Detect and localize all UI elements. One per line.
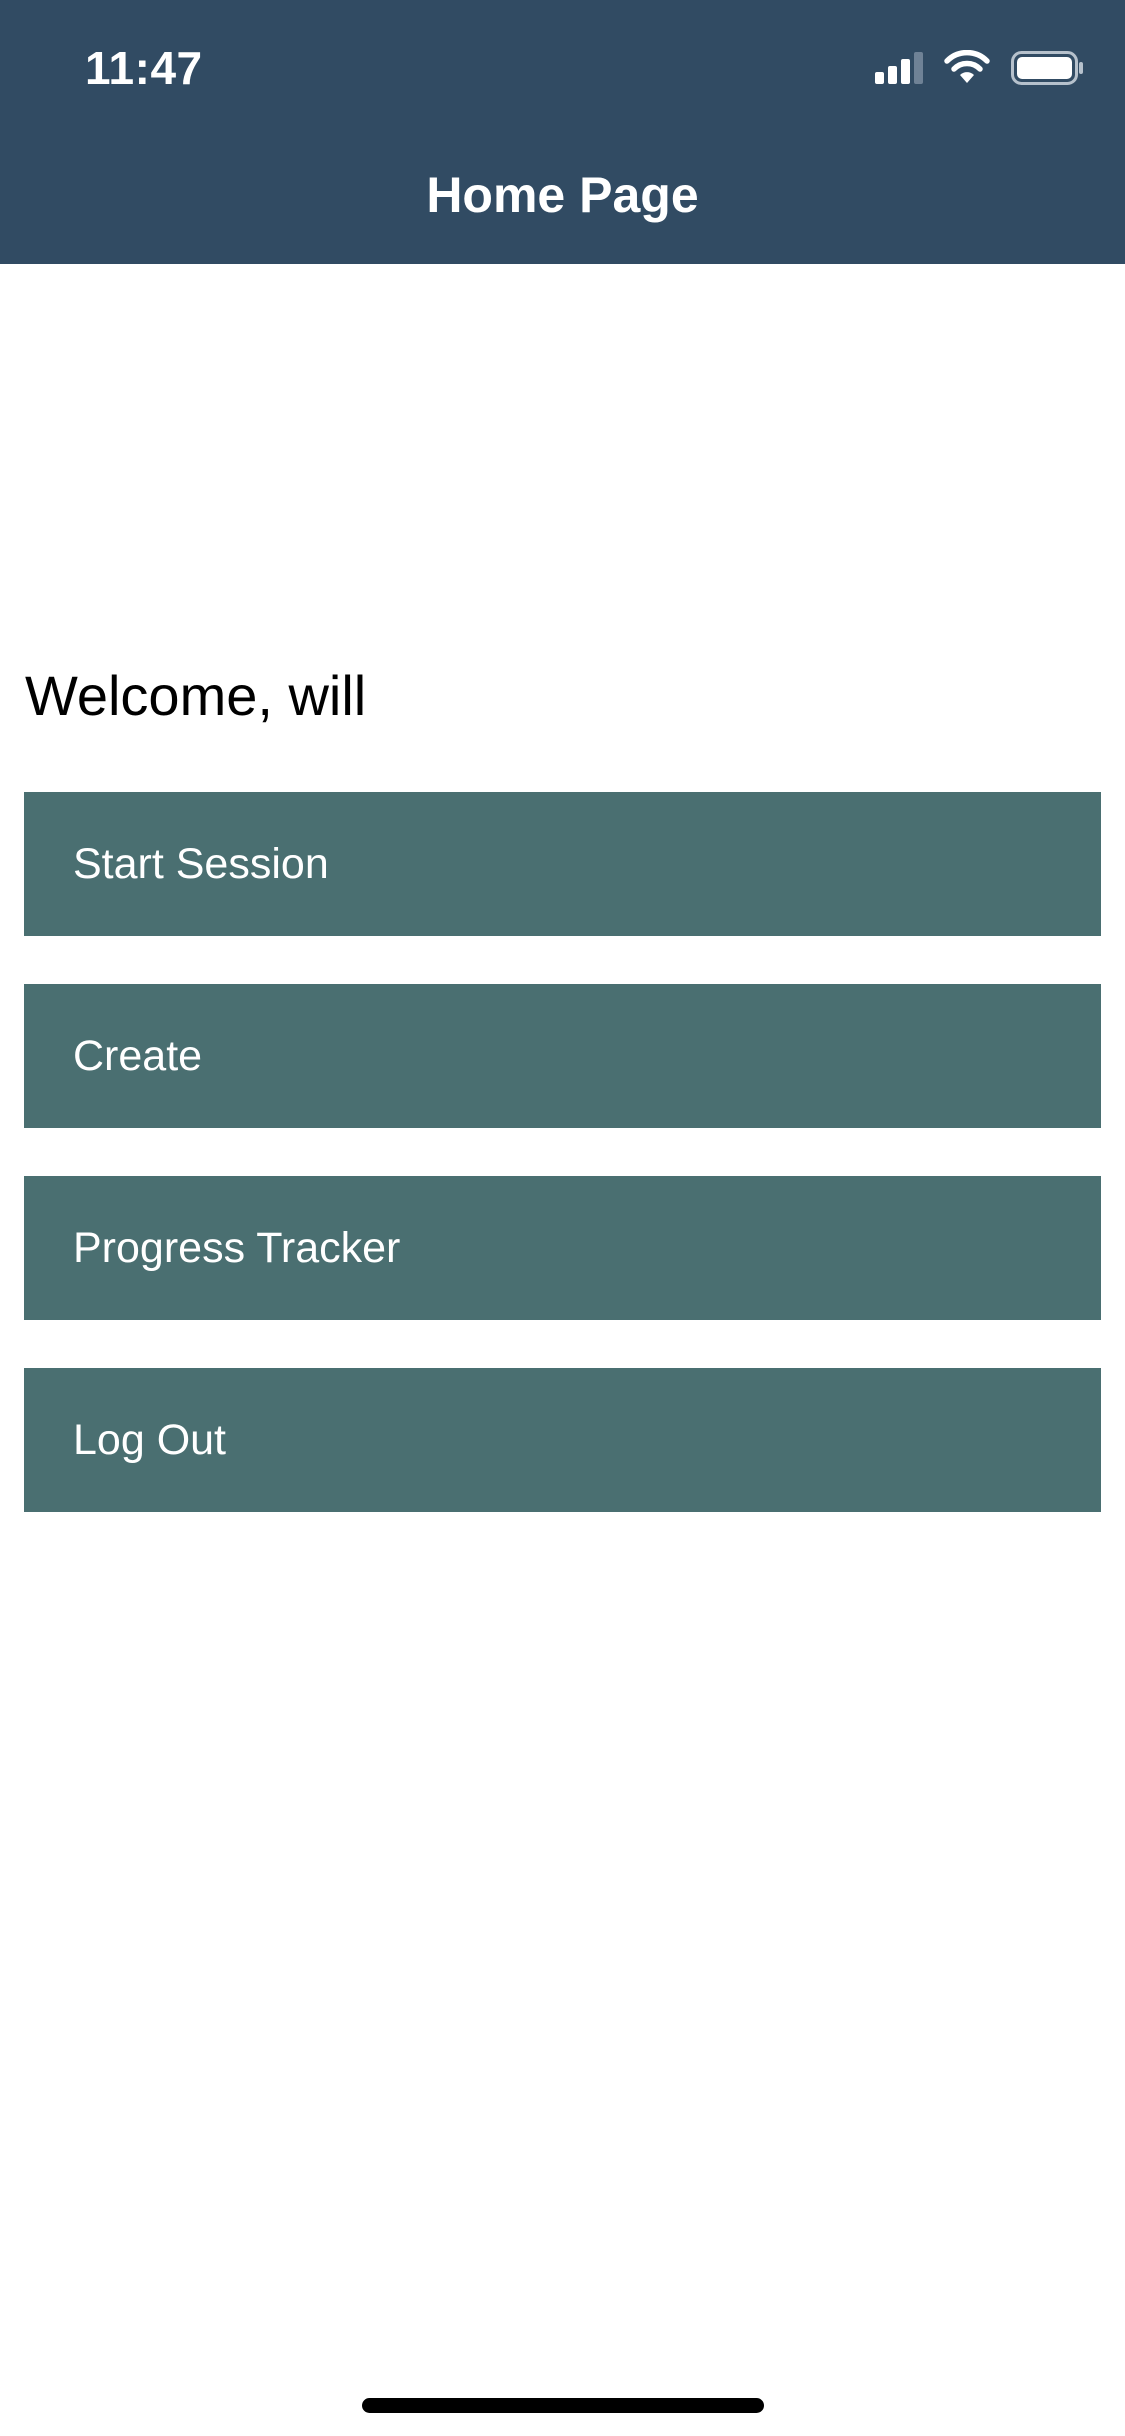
cellular-signal-icon bbox=[875, 52, 923, 84]
page-title: Home Page bbox=[426, 167, 699, 223]
create-button[interactable]: Create bbox=[24, 984, 1101, 1128]
progress-tracker-button[interactable]: Progress Tracker bbox=[24, 1176, 1101, 1320]
status-time: 11:47 bbox=[85, 42, 203, 94]
app-screen: 11:47 Home Page Welcome, will Start Sess… bbox=[0, 0, 1125, 2436]
header-bar: 11:47 Home Page bbox=[0, 0, 1125, 264]
start-session-button[interactable]: Start Session bbox=[24, 792, 1101, 936]
welcome-text: Welcome, will bbox=[25, 664, 367, 727]
log-out-button[interactable]: Log Out bbox=[24, 1368, 1101, 1512]
status-icons bbox=[875, 46, 1085, 90]
battery-icon bbox=[1011, 51, 1083, 85]
home-indicator[interactable] bbox=[362, 2398, 764, 2413]
wifi-icon bbox=[944, 50, 990, 83]
